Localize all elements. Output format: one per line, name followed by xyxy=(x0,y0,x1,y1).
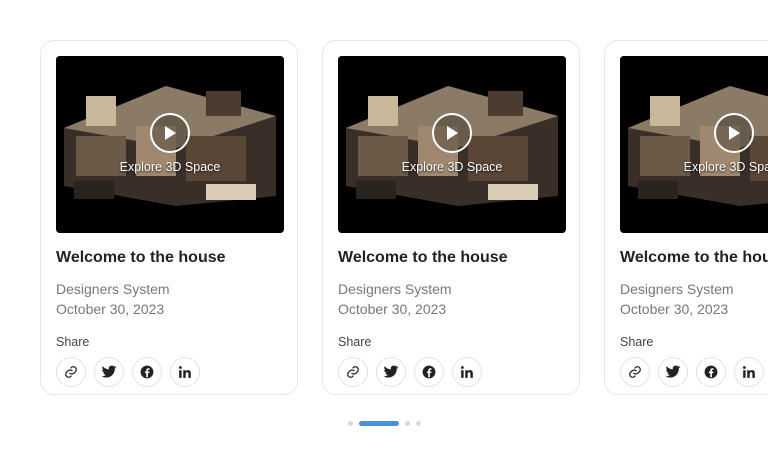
twitter-icon xyxy=(665,365,681,378)
pagination-dot[interactable] xyxy=(347,421,353,426)
thumbnail-overlay-text: Explore 3D Space xyxy=(683,160,768,174)
share-facebook-button[interactable] xyxy=(414,357,444,387)
copy-link-button[interactable] xyxy=(338,357,368,387)
carousel-pagination xyxy=(0,421,768,426)
play-icon xyxy=(447,126,458,140)
card-title[interactable]: Welcome to the house xyxy=(620,249,768,267)
play-button[interactable] xyxy=(714,113,754,153)
card-title[interactable]: Welcome to the house xyxy=(56,249,282,267)
share-twitter-button[interactable] xyxy=(376,357,406,387)
video-thumbnail[interactable]: Explore 3D Space xyxy=(338,56,566,233)
linkedin-icon xyxy=(742,366,755,378)
twitter-icon xyxy=(101,365,117,378)
facebook-icon xyxy=(140,365,154,379)
linkedin-icon xyxy=(460,366,473,378)
twitter-icon xyxy=(383,365,399,378)
carousel: Explore 3D Space Welcome to the house De… xyxy=(0,0,768,467)
video-thumbnail[interactable]: Explore 3D Space xyxy=(620,56,768,233)
share-buttons xyxy=(620,357,768,387)
video-card[interactable]: Explore 3D Space Welcome to the house De… xyxy=(40,40,298,395)
link-icon xyxy=(65,366,77,378)
play-button[interactable] xyxy=(150,113,190,153)
card-author: Designers System xyxy=(338,281,452,297)
video-card[interactable]: Explore 3D Space Welcome to the house De… xyxy=(322,40,580,395)
copy-link-button[interactable] xyxy=(620,357,650,387)
share-label: Share xyxy=(620,335,654,349)
thumbnail-overlay-text: Explore 3D Space xyxy=(401,160,503,174)
share-linkedin-button[interactable] xyxy=(734,357,764,387)
share-label: Share xyxy=(56,335,90,349)
card-date: October 30, 2023 xyxy=(620,301,729,317)
play-icon xyxy=(165,126,176,140)
card-author: Designers System xyxy=(56,281,170,297)
copy-link-button[interactable] xyxy=(56,357,86,387)
thumbnail-overlay-text: Explore 3D Space xyxy=(119,160,221,174)
share-buttons xyxy=(338,357,564,387)
video-card[interactable]: Explore 3D Space Welcome to the house De… xyxy=(604,40,768,395)
linkedin-icon xyxy=(178,366,191,378)
share-label: Share xyxy=(338,335,372,349)
pagination-dot[interactable] xyxy=(404,421,410,426)
pagination-dot-active[interactable] xyxy=(358,421,399,426)
pagination-dot[interactable] xyxy=(415,421,421,426)
facebook-icon xyxy=(704,365,718,379)
play-button[interactable] xyxy=(432,113,472,153)
share-buttons xyxy=(56,357,282,387)
link-icon xyxy=(629,366,641,378)
share-twitter-button[interactable] xyxy=(658,357,688,387)
card-author: Designers System xyxy=(620,281,734,297)
play-icon xyxy=(729,126,740,140)
share-linkedin-button[interactable] xyxy=(452,357,482,387)
share-facebook-button[interactable] xyxy=(696,357,726,387)
share-facebook-button[interactable] xyxy=(132,357,162,387)
share-linkedin-button[interactable] xyxy=(170,357,200,387)
card-date: October 30, 2023 xyxy=(338,301,447,317)
facebook-icon xyxy=(422,365,436,379)
share-twitter-button[interactable] xyxy=(94,357,124,387)
card-title[interactable]: Welcome to the house xyxy=(338,249,564,267)
video-thumbnail[interactable]: Explore 3D Space xyxy=(56,56,284,233)
card-date: October 30, 2023 xyxy=(56,301,165,317)
carousel-track: Explore 3D Space Welcome to the house De… xyxy=(40,40,768,395)
link-icon xyxy=(347,366,359,378)
